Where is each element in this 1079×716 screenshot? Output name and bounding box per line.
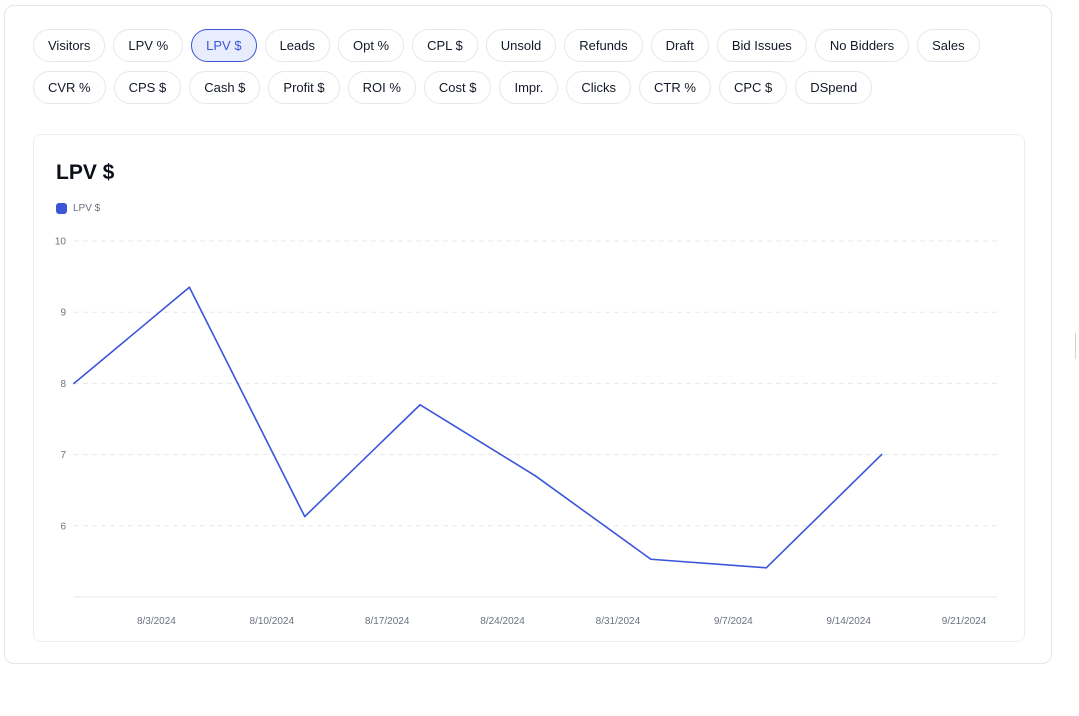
- data-point: [303, 515, 306, 518]
- y-tick-label: 6: [60, 521, 66, 532]
- data-point: [73, 382, 75, 385]
- x-tick-label: 8/17/2024: [365, 616, 410, 627]
- data-point: [650, 558, 652, 561]
- data-point: [419, 403, 421, 406]
- x-tick-label: 9/7/2024: [714, 616, 753, 627]
- data-point: [534, 475, 537, 477]
- y-tick-label: 10: [55, 237, 67, 248]
- x-tick-label: 9/14/2024: [826, 616, 871, 627]
- x-tick-label: 9/21/2024: [942, 616, 987, 627]
- y-tick-label: 9: [60, 308, 66, 319]
- x-tick-label: 8/31/2024: [596, 616, 641, 627]
- data-point: [880, 453, 883, 456]
- y-tick-label: 7: [60, 450, 66, 461]
- x-tick-label: 8/24/2024: [480, 616, 525, 627]
- data-point: [765, 567, 768, 569]
- x-tick-label: 8/3/2024: [137, 616, 176, 627]
- data-point: [188, 286, 191, 289]
- x-tick-label: 8/10/2024: [250, 616, 295, 627]
- scrollbar-edge: [1075, 333, 1079, 359]
- y-tick-label: 8: [60, 379, 66, 390]
- line-chart: 6 7 8 9 10 8/3/2024 8/10/2024 8/17/2024 8/24/202…: [55, 237, 997, 627]
